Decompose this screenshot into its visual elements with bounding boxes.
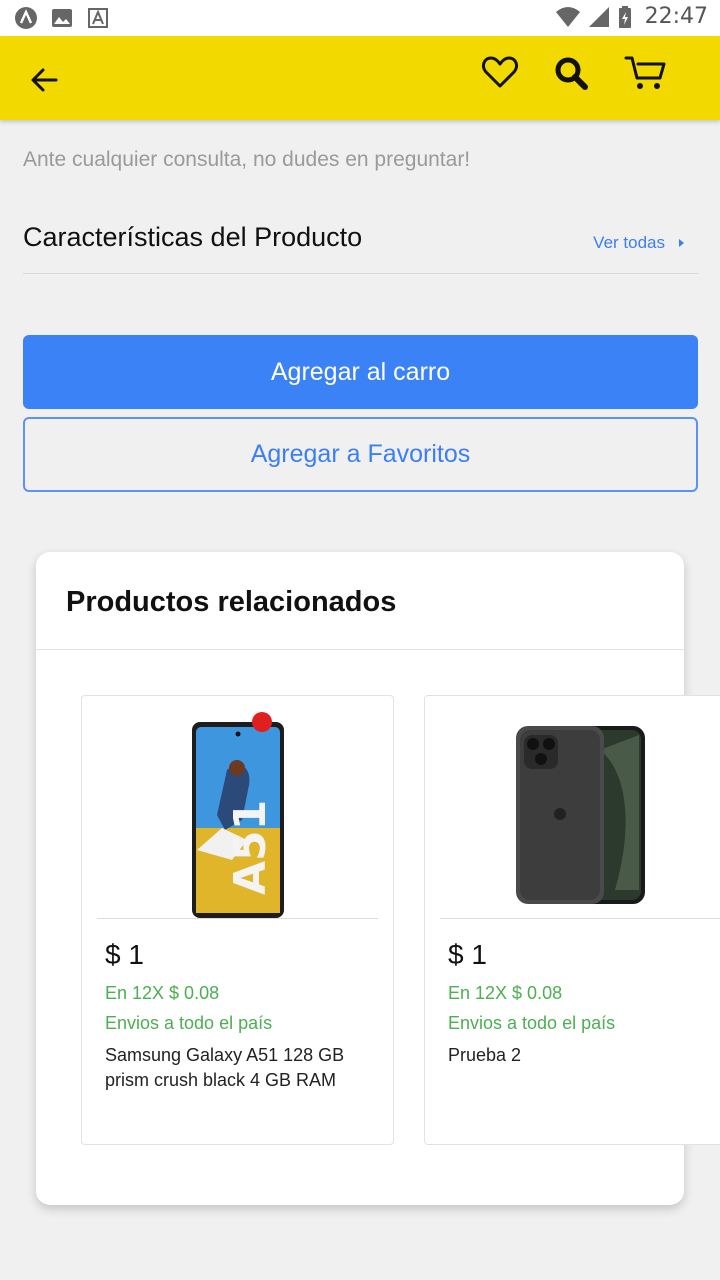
product-shipping: Envios a todo el país <box>448 1013 616 1033</box>
clock: 22:47 <box>644 4 708 29</box>
font-icon <box>88 8 108 28</box>
wifi-icon <box>555 6 580 27</box>
battery-icon <box>618 5 631 28</box>
see-all-link[interactable]: Ver todas <box>593 233 684 253</box>
product-name: Samsung Galaxy A51 128 GB prism crush bl… <box>105 1045 345 1090</box>
heart-icon[interactable] <box>481 54 519 90</box>
image-icon <box>52 9 72 27</box>
product-price: $ 1 <box>448 939 487 970</box>
cart-icon[interactable] <box>624 54 668 94</box>
app-bar <box>0 36 720 120</box>
related-products-carousel[interactable]: A51 $ 1 En 12X $ 0.08 Envios a todo el p… <box>81 695 720 1145</box>
svg-text:A51: A51 <box>225 800 276 895</box>
add-to-cart-button[interactable]: Agregar al carro <box>23 335 698 409</box>
product-card[interactable]: $ 1 En 12X $ 0.08 Envios a todo el país … <box>424 695 720 1145</box>
features-title: Características del Producto <box>23 222 363 252</box>
product-name: Prueba 2 <box>448 1045 522 1065</box>
product-image <box>440 710 720 919</box>
product-image: A51 <box>97 710 378 919</box>
search-icon[interactable] <box>552 54 590 92</box>
consult-hint: Ante cualquier consulta, no dudes en pre… <box>23 148 471 171</box>
chevron-right-icon <box>679 239 684 247</box>
back-arrow-icon[interactable] <box>26 62 62 98</box>
samsung-galaxy-a51-phone-image: A51 <box>192 712 284 918</box>
related-products-title: Productos relacionados <box>66 586 397 618</box>
app-icon <box>15 7 37 29</box>
iphone-11-pro-phone-image <box>516 726 645 904</box>
product-installments: En 12X $ 0.08 <box>448 983 563 1003</box>
product-features-row: Características del Producto Ver todas <box>23 218 698 274</box>
divider <box>36 649 684 650</box>
signal-icon <box>588 6 609 27</box>
product-installments: En 12X $ 0.08 <box>105 983 220 1003</box>
see-all-label: Ver todas <box>593 233 665 252</box>
product-shipping: Envios a todo el país <box>105 1013 273 1033</box>
add-to-favorites-button[interactable]: Agregar a Favoritos <box>23 417 698 492</box>
status-bar: 22:47 <box>0 0 720 36</box>
product-card[interactable]: A51 $ 1 En 12X $ 0.08 Envios a todo el p… <box>81 695 394 1145</box>
product-price: $ 1 <box>105 939 144 970</box>
